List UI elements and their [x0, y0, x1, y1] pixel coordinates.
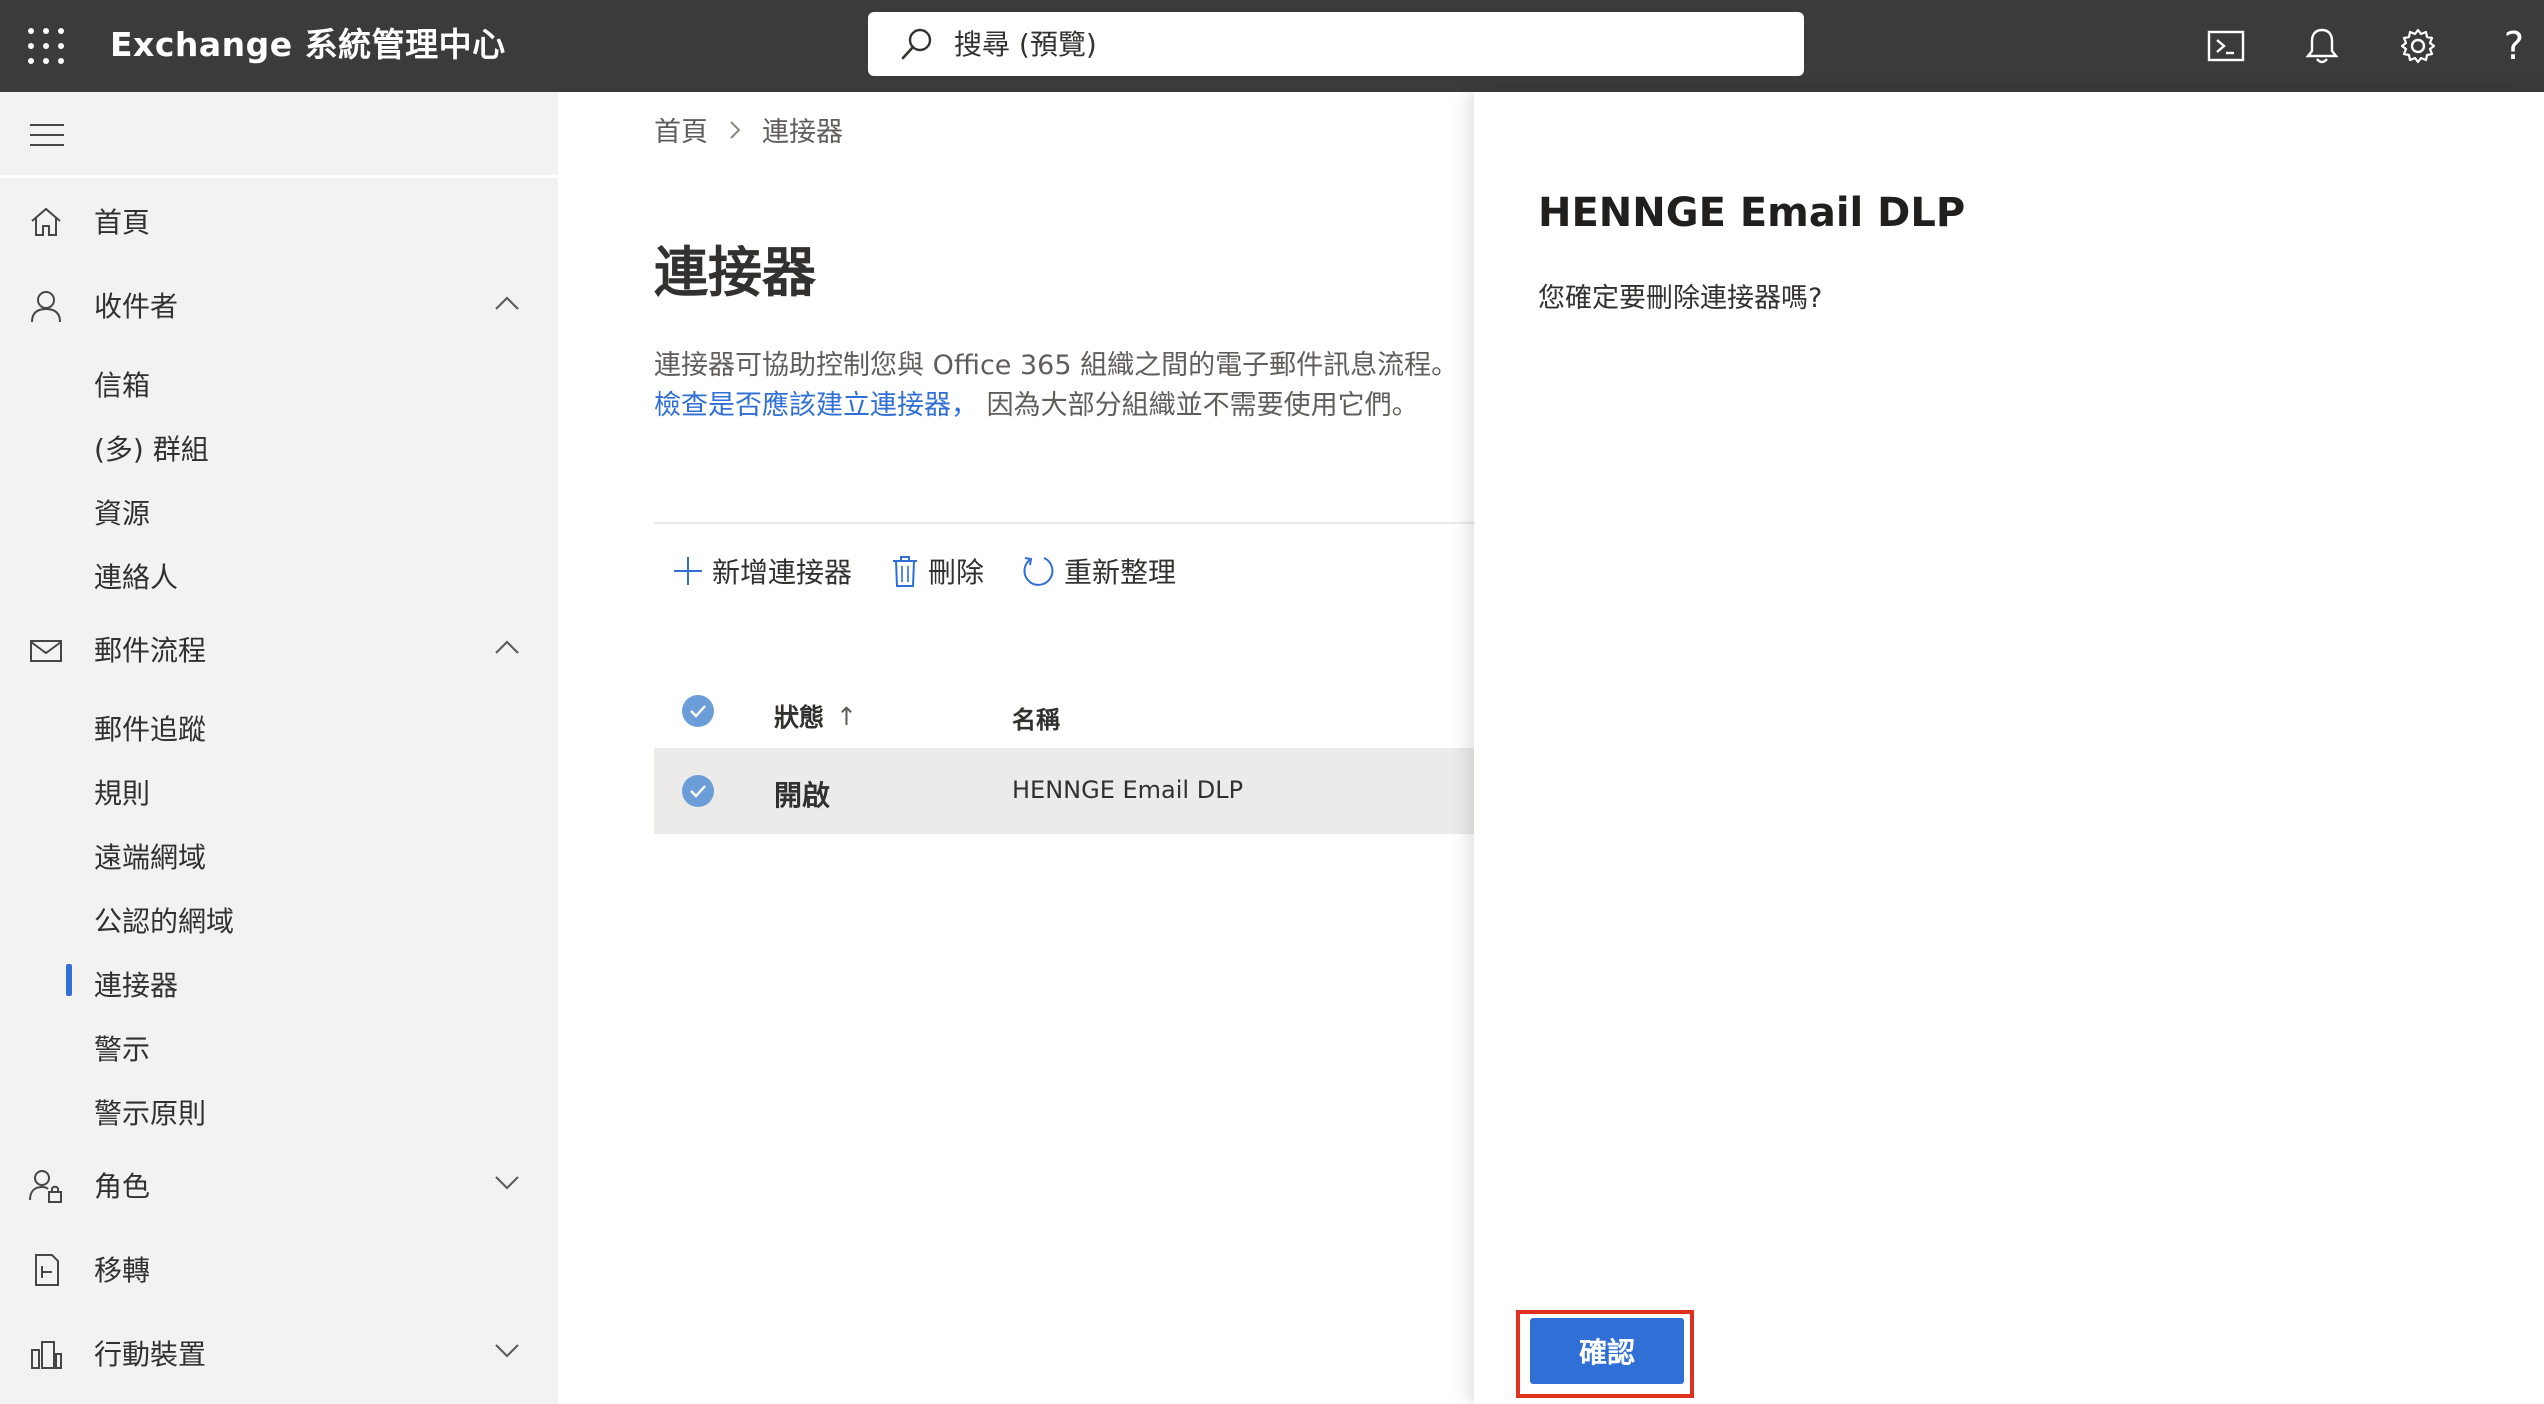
search-icon — [901, 28, 932, 60]
search-box[interactable] — [868, 12, 1804, 76]
nav-item-mail-flow[interactable]: 郵件流程 — [0, 614, 558, 684]
nav-collapse-row — [0, 92, 558, 178]
status-column-header[interactable]: 狀態 ↑ — [774, 698, 857, 734]
gear-icon[interactable] — [2394, 22, 2442, 70]
home-icon — [31, 207, 61, 236]
nav-subitem-rules[interactable]: 規則 — [0, 760, 558, 816]
nav-subitem-message-trace[interactable]: 郵件追蹤 — [0, 696, 558, 752]
person-icon — [31, 291, 61, 323]
sort-ascending-icon: ↑ — [836, 701, 857, 731]
description-line-1: 連接器可協助控制您與 Office 365 組織之間的電子郵件訊息流程。 — [654, 350, 1459, 381]
nav-subitem-alert-policies[interactable]: 警示原則 — [0, 1080, 558, 1136]
nav-item-roles[interactable]: 角色 — [0, 1150, 558, 1220]
description-line-2: 檢查是否應該建立連接器， 因為大部分組織並不需要使用它們。 — [654, 386, 1458, 426]
bell-icon[interactable] — [2298, 22, 2346, 70]
chevron-up-icon — [495, 640, 519, 654]
page-title: 連接器 — [654, 241, 816, 304]
nav-item-recipients[interactable]: 收件者 — [0, 270, 558, 340]
mail-icon — [30, 640, 62, 662]
page-description: 連接器可協助控制您與 Office 365 組織之間的電子郵件訊息流程。 檢查是… — [654, 346, 1458, 426]
table-row[interactable]: 開啟 HENNGE Email DLP — [654, 748, 1474, 834]
main-content: 首頁 連接器 連接器 連接器可協助控制您與 Office 365 組織之間的電子… — [558, 92, 1474, 1404]
checkmark-icon — [690, 785, 706, 798]
table-header: 狀態 ↑ 名稱 — [654, 676, 1474, 746]
nav-item-home[interactable]: 首頁 — [0, 186, 558, 256]
nav-subitem-resources[interactable]: 資源 — [0, 480, 558, 536]
chevron-down-icon — [495, 1176, 519, 1190]
select-all-checkbox[interactable] — [682, 695, 714, 727]
trash-icon — [893, 556, 918, 587]
plus-icon — [674, 557, 702, 585]
divider — [654, 522, 1474, 524]
waffle-icon[interactable] — [26, 26, 66, 66]
name-column-header[interactable]: 名稱 — [1012, 700, 1060, 735]
chevron-right-icon — [730, 120, 741, 139]
command-bar: 新增連接器 刪除 重新整理 — [672, 544, 1214, 598]
nav-subitem-connectors[interactable]: 連接器 — [0, 952, 558, 1008]
nav-subitem-contacts[interactable]: 連絡人 — [0, 544, 558, 600]
chevron-up-icon — [495, 296, 519, 310]
top-bar: Exchange 系統管理中心 ? — [0, 0, 2544, 92]
row-status: 開啟 — [774, 779, 831, 812]
check-connectors-link[interactable]: 檢查是否應該建立連接器， — [654, 390, 978, 421]
delete-confirmation-panel: HENNGE Email DLP 您確定要刪除連接器嗎? 確認 — [1474, 92, 2544, 1404]
nav-subitem-accepted-domains[interactable]: 公認的網域 — [0, 888, 558, 944]
refresh-icon — [1023, 557, 1054, 586]
search-input[interactable] — [954, 27, 1774, 61]
nav-item-mobile[interactable]: 行動裝置 — [0, 1318, 558, 1388]
confirm-button[interactable]: 確認 — [1530, 1318, 1684, 1384]
panel-title: HENNGE Email DLP — [1538, 190, 1966, 236]
panel-message: 您確定要刪除連接器嗎? — [1538, 283, 1823, 314]
chevron-down-icon — [495, 1344, 519, 1358]
left-navigation: 首頁 收件者 信箱 (多) 群組 資源 連絡人 郵件流程 郵件追蹤 規則 遠端網… — [0, 92, 558, 1404]
roles-icon — [29, 1170, 62, 1203]
nav-subitem-groups[interactable]: (多) 群組 — [0, 416, 558, 472]
terminal-icon[interactable] — [2202, 22, 2250, 70]
delete-button[interactable]: 刪除 — [890, 551, 984, 591]
help-icon[interactable]: ? — [2490, 22, 2538, 70]
nav-subitem-remote-domains[interactable]: 遠端網域 — [0, 824, 558, 880]
nav-subitem-alerts[interactable]: 警示 — [0, 1016, 558, 1072]
hamburger-menu-icon[interactable] — [30, 122, 64, 148]
nav-item-migration[interactable]: 移轉 — [0, 1234, 558, 1304]
breadcrumb-connectors[interactable]: 連接器 — [762, 110, 843, 149]
mobile-icon — [31, 1341, 62, 1369]
refresh-button[interactable]: 重新整理 — [1022, 551, 1176, 591]
breadcrumb: 首頁 連接器 — [654, 110, 843, 149]
breadcrumb-home[interactable]: 首頁 — [654, 110, 708, 149]
row-checkbox[interactable] — [682, 775, 714, 807]
app-title: Exchange 系統管理中心 — [110, 25, 506, 64]
description-line-2-text: 因為大部分組織並不需要使用它們。 — [978, 390, 1419, 421]
row-name: HENNGE Email DLP — [1012, 776, 1244, 804]
checkmark-icon — [690, 705, 706, 718]
migration-icon — [35, 1254, 59, 1286]
add-connector-button[interactable]: 新增連接器 — [672, 551, 852, 591]
nav-subitem-mailbox[interactable]: 信箱 — [0, 352, 558, 408]
